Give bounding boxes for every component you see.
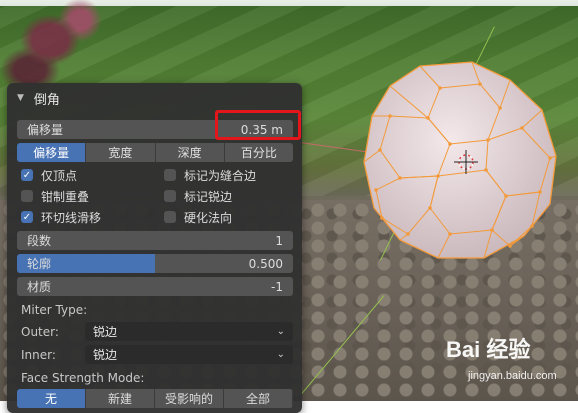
vertex-only-checkbox[interactable]: ✓ 仅顶点 [21, 166, 77, 184]
mark-sharp-label: 标记锐边 [184, 189, 233, 204]
panel-title: 倒角 [33, 92, 60, 108]
outer-miter-dropdown[interactable]: 锐边 ⌄ [85, 322, 293, 341]
checkbox-icon [21, 190, 33, 202]
offset-label: 偏移量 [27, 123, 64, 137]
face-strength-affected[interactable]: 受影响的 [155, 389, 224, 408]
width-type-selector: 偏移量 宽度 深度 百分比 [17, 143, 293, 162]
profile-label: 轮廓 [27, 257, 52, 271]
inner-label: Inner: [21, 347, 56, 362]
watermark: Bai 经验 jingyan.baidu.com [446, 332, 576, 392]
tab-offset[interactable]: 偏移量 [17, 143, 87, 162]
profile-value[interactable]: 0.500 [249, 257, 283, 271]
outer-label: Outer: [21, 324, 59, 339]
checkbox-icon [164, 211, 176, 223]
checkbox-icon [164, 169, 176, 181]
checkbox-icon [164, 190, 176, 202]
segments-label: 段数 [27, 234, 52, 248]
harden-normals-checkbox[interactable]: 硬化法向 [164, 208, 232, 226]
3d-cursor-icon [454, 150, 478, 174]
watermark-brand: Bai 经验 [446, 337, 531, 362]
outer-value: 锐边 [93, 325, 118, 339]
watermark-url: jingyan.baidu.com [468, 370, 557, 382]
face-strength-all[interactable]: 全部 [224, 389, 293, 408]
panel-header[interactable]: ▼ 倒角 [7, 83, 302, 113]
checkmark-icon: ✓ [21, 211, 33, 223]
segments-field[interactable]: 段数 1 [17, 231, 293, 250]
collapse-triangle-icon[interactable]: ▼ [17, 93, 24, 103]
tab-width[interactable]: 宽度 [86, 143, 156, 162]
material-field[interactable]: 材质 -1 [17, 277, 293, 296]
mark-seams-checkbox[interactable]: 标记为缝合边 [164, 166, 256, 184]
profile-slider[interactable]: 轮廓 0.500 [17, 254, 293, 273]
clamp-overlap-label: 钳制重叠 [41, 189, 90, 204]
checkmark-icon: ✓ [21, 169, 33, 181]
face-strength-none[interactable]: 无 [17, 389, 86, 408]
tab-percent[interactable]: 百分比 [224, 143, 293, 162]
inner-value: 锐边 [93, 348, 118, 362]
material-label: 材质 [27, 280, 52, 294]
face-strength-selector: 无 新建 受影响的 全部 [17, 389, 293, 408]
miter-type-label: Miter Type: [21, 303, 88, 317]
offset-highlight-annotation [215, 110, 301, 140]
mark-sharp-checkbox[interactable]: 标记锐边 [164, 187, 232, 205]
harden-normals-label: 硬化法向 [184, 210, 233, 225]
outer-miter-row: Outer: 锐边 ⌄ [21, 322, 293, 341]
mark-seams-label: 标记为缝合边 [184, 168, 257, 183]
segments-value[interactable]: 1 [275, 234, 283, 248]
loop-slide-checkbox[interactable]: ✓ 环切线滑移 [21, 208, 101, 226]
inner-miter-dropdown[interactable]: 锐边 ⌄ [85, 345, 293, 364]
chevron-down-icon: ⌄ [276, 349, 285, 360]
tab-depth[interactable]: 深度 [155, 143, 225, 162]
clamp-overlap-checkbox[interactable]: 钳制重叠 [21, 187, 89, 205]
material-value[interactable]: -1 [271, 280, 283, 294]
face-strength-new[interactable]: 新建 [86, 389, 155, 408]
loop-slide-label: 环切线滑移 [41, 210, 102, 225]
face-strength-label: Face Strength Mode: [21, 371, 145, 385]
inner-miter-row: Inner: 锐边 ⌄ [21, 345, 293, 364]
vertex-only-label: 仅顶点 [41, 168, 78, 183]
chevron-down-icon: ⌄ [276, 326, 285, 337]
